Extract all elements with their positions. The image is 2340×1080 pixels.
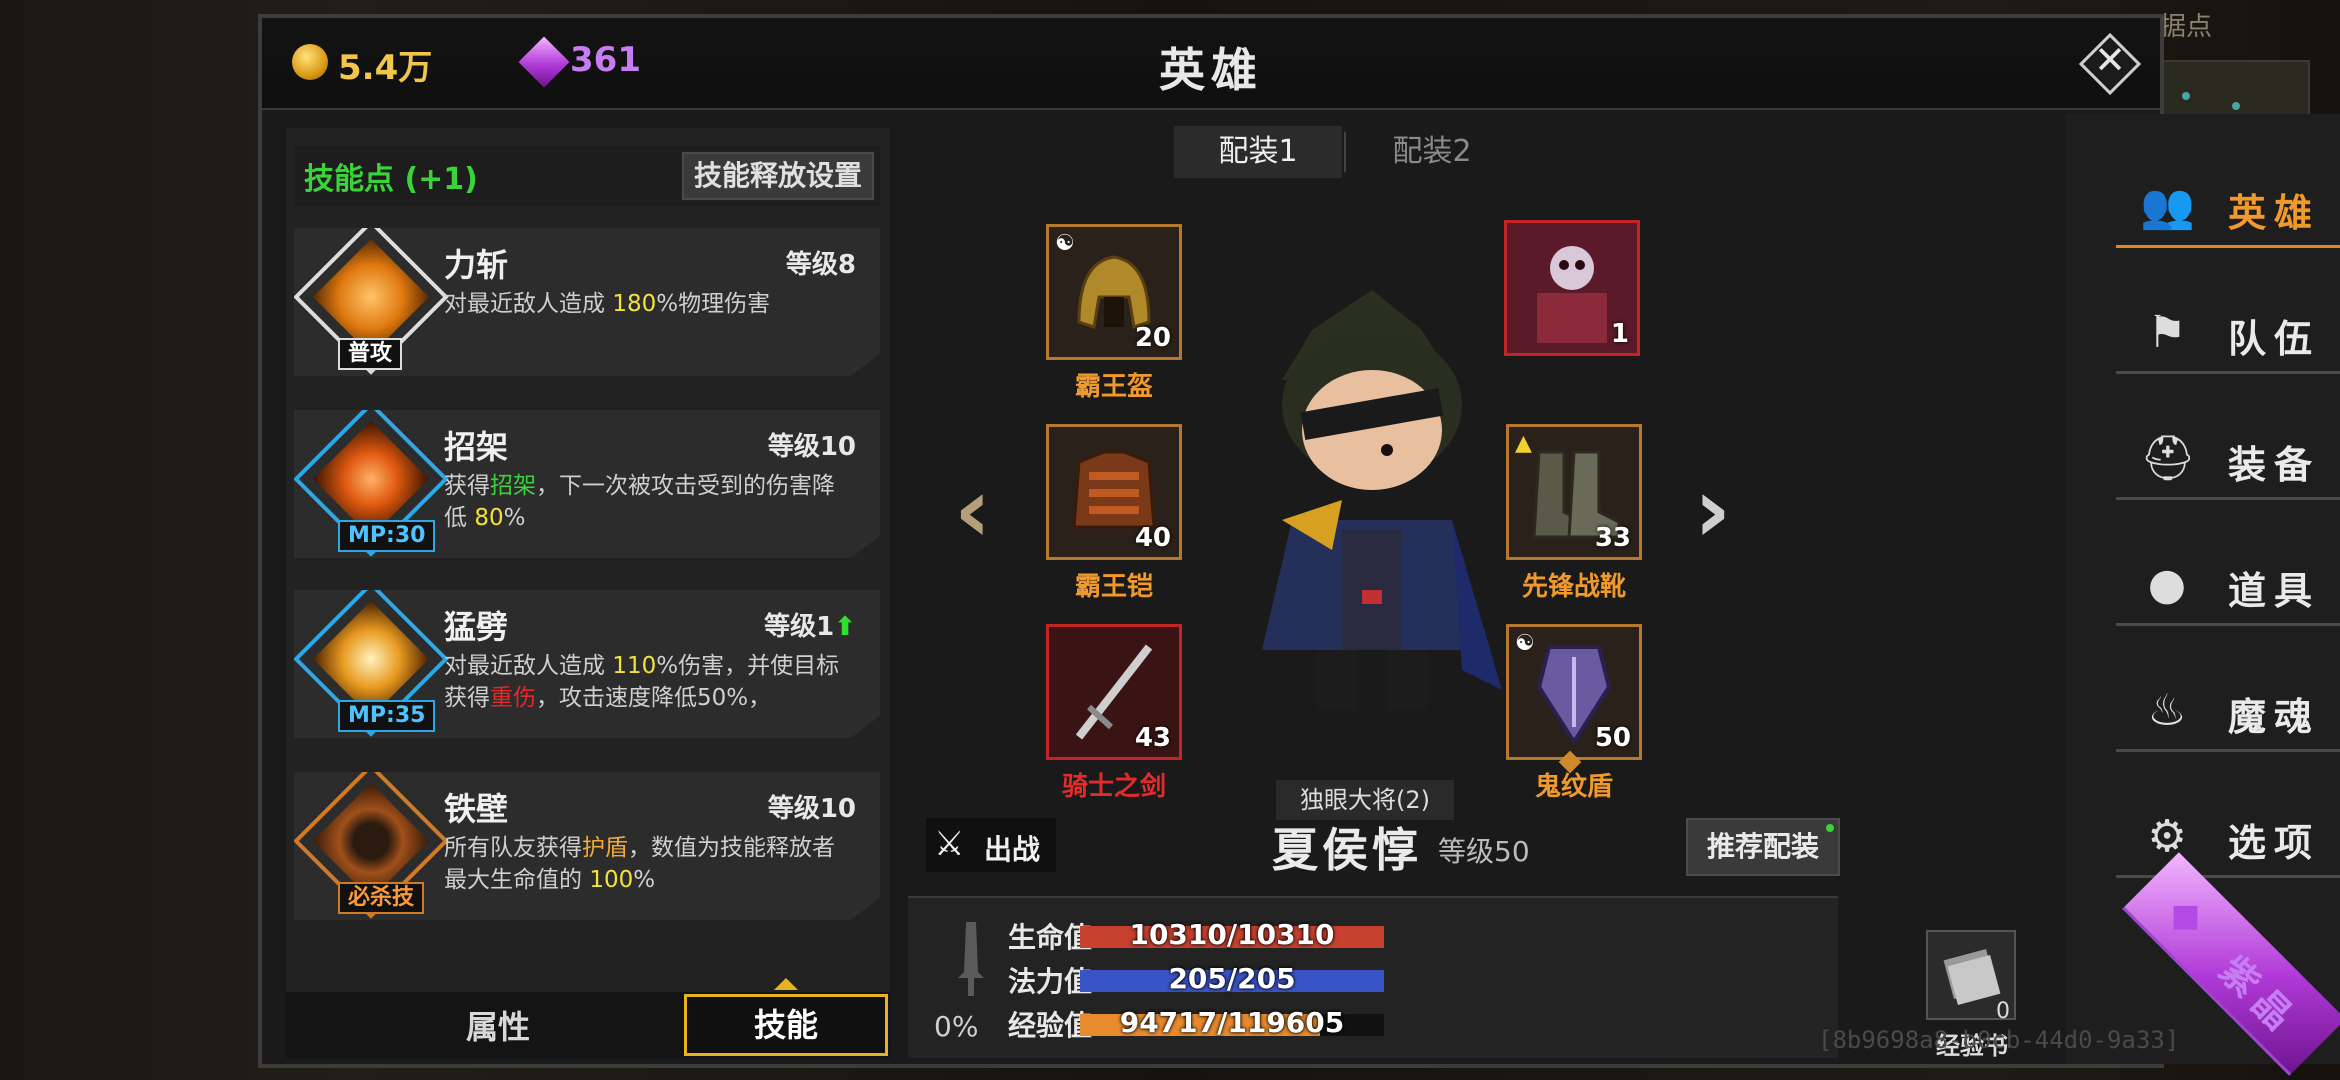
tab-skills[interactable]: 技能: [684, 994, 888, 1056]
nav-team[interactable]: ⚑ 队伍: [2116, 294, 2340, 374]
hp-value: 10310/10310: [1129, 918, 1335, 951]
deploy-label: 出战: [984, 833, 1041, 866]
next-hero-arrow-icon[interactable]: ›: [1694, 458, 1731, 563]
flame-icon: ♨: [2147, 685, 2187, 736]
skill-card[interactable]: MP:30 招架 等级10 获得招架，下一次被攻击受到的伤害降低 80%: [294, 410, 880, 558]
hero-icon: 👥: [2140, 181, 2195, 232]
hero-name: 夏侯惇: [1272, 823, 1422, 877]
top-bar: 5.4万 361 英雄 ✕: [262, 18, 2160, 110]
skill-card[interactable]: 必杀技 铁壁 等级10 所有队友获得护盾，数值为技能释放者最大生命值的 100%: [294, 772, 880, 920]
recommend-label: 推荐配装: [1706, 830, 1819, 863]
tab-loadout-2[interactable]: 配装2: [1348, 126, 1516, 178]
skill-points-bar: 技能点 (+1) 技能释放设置: [294, 146, 880, 206]
helmet-name: 霸王盔: [1074, 372, 1153, 402]
level-up-arrow-icon: ⬆: [834, 612, 856, 642]
tab-loadout-1[interactable]: 配装1: [1174, 126, 1342, 178]
helmet-icon: ⛑: [2140, 433, 2196, 484]
companion-slot[interactable]: 1: [1504, 220, 1640, 356]
xp-value: 94717/119605: [1119, 1006, 1345, 1039]
skill-level: 等级1⬆: [764, 612, 856, 642]
weight-icon: [958, 922, 984, 996]
yin-yang-icon: ☯: [1055, 231, 1075, 256]
gear-icon: ⚙: [2147, 811, 2187, 862]
skills-panel: 技能点 (+1) 技能释放设置 普攻 力斩 等级8 对最近敌人造成 180%物理…: [286, 128, 890, 1058]
nav-label: 选项: [2228, 821, 2321, 865]
close-button[interactable]: ✕: [2078, 32, 2142, 96]
nav-label: 英雄: [2228, 191, 2321, 235]
nav-hero[interactable]: 👥 英雄: [2116, 168, 2340, 248]
skill-description: 对最近敌人造成 180%物理伤害: [444, 291, 771, 317]
skill-tag: MP:30: [338, 520, 436, 552]
skill-name: 猛劈: [444, 608, 509, 646]
nav-options[interactable]: ⚙ 选项: [2116, 798, 2340, 878]
panel-tabs: 属性 技能: [286, 978, 890, 1058]
skill-card[interactable]: MP:35 猛劈 等级1⬆ 对最近敌人造成 110%伤害，并使目标获得重伤，攻击…: [294, 590, 880, 738]
window-title: 英雄: [1159, 43, 1263, 97]
skill-points-label: 技能点 (+1): [304, 162, 478, 197]
nav-label: 魔魂: [2228, 695, 2321, 739]
close-icon: ✕: [2094, 38, 2126, 82]
hp-bar: 10310/10310: [1080, 918, 1384, 951]
weight-percent: 0%: [934, 1010, 979, 1043]
skill-name: 铁壁: [444, 790, 509, 828]
skill-name: 招架: [444, 428, 509, 466]
side-nav: 👥 英雄 ⚑ 队伍 ⛑ 装备 ● 道具 ♨ 魔魂 ⚙ 选项 ◆ 紫晶: [2066, 114, 2340, 1076]
map-label: 据点: [2160, 12, 2213, 42]
hero-character: [1262, 290, 1502, 710]
item-count: 43: [1134, 723, 1171, 753]
skill-level: 等级10: [767, 794, 856, 824]
item-count: 40: [1134, 523, 1171, 553]
hero-window: 5.4万 361 英雄 ✕ 技能点 (+1) 技能释放设置 普攻 力斩 等级8 …: [258, 14, 2340, 1076]
mp-value: 205/205: [1168, 962, 1296, 995]
notification-dot: [1826, 824, 1834, 832]
item-count: 20: [1134, 323, 1171, 353]
item-count: 1: [1610, 319, 1629, 349]
item-count: 33: [1594, 523, 1631, 553]
prev-hero-arrow-icon[interactable]: ‹: [954, 458, 991, 563]
weapon-name: 骑士之剑: [1061, 772, 1166, 802]
skill-tag: 普攻: [338, 338, 403, 370]
nav-items[interactable]: ● 道具: [2116, 546, 2340, 626]
weapon-slot[interactable]: 43: [1046, 624, 1182, 760]
skill-description: 所有队友获得护盾，数值为技能释放者最大生命值的 100%: [444, 835, 835, 893]
skill-level: 等级10: [767, 432, 856, 462]
deploy-button[interactable]: ⚔ 出战: [926, 818, 1056, 872]
skill-name: 力斩: [444, 246, 509, 284]
mp-bar: 205/205: [1080, 962, 1384, 995]
flag-icon: ⚑: [2147, 307, 2187, 358]
recommend-loadout-button[interactable]: 推荐配装: [1686, 818, 1840, 876]
boots-slot[interactable]: ▲ 33: [1506, 424, 1642, 560]
nav-label: 队伍: [2228, 317, 2321, 361]
nav-label: 紫晶: [2210, 947, 2307, 1044]
bag-icon: ●: [2147, 559, 2187, 610]
armor-name: 霸王铠: [1074, 572, 1153, 602]
xp-book-count: 0: [1996, 999, 2010, 1024]
active-tab-indicator: [774, 978, 798, 990]
skill-description: 获得招架，下一次被攻击受到的伤害降低 80%: [444, 473, 835, 531]
xp-bar: 94717/119605: [1080, 1006, 1384, 1039]
xp-book-slot[interactable]: 0: [1926, 930, 2016, 1024]
nav-label: 装备: [2228, 443, 2321, 487]
armor-slot[interactable]: 40: [1046, 424, 1182, 560]
tab-attributes[interactable]: 属性: [466, 1002, 530, 1048]
skill-tag: 必杀技: [338, 882, 425, 914]
nav-label: 道具: [2228, 569, 2321, 613]
skill-level: 等级8: [785, 250, 856, 280]
shield-slot[interactable]: ☯ 50: [1506, 624, 1642, 760]
tab-divider: [1344, 132, 1346, 172]
shield-name: 鬼纹盾: [1534, 772, 1613, 802]
nav-equipment[interactable]: ⛑ 装备: [2116, 420, 2340, 500]
loadout-tabs: 配装1 配装2: [1174, 126, 1514, 178]
crossed-swords-icon: ⚔: [934, 824, 965, 864]
item-count: 50: [1594, 723, 1631, 753]
user-id: [8b9698a8-b0cb-44d0-9a33]: [1818, 1026, 2180, 1054]
helmet-slot[interactable]: ☯ 20: [1046, 224, 1182, 360]
skill-card[interactable]: 普攻 力斩 等级8 对最近敌人造成 180%物理伤害: [294, 228, 880, 376]
skill-tag: MP:35: [338, 700, 436, 732]
hero-level: 等级50: [1438, 835, 1530, 868]
skill-description: 对最近敌人造成 110%伤害，并使目标获得重伤，攻击速度降低50%，: [444, 653, 840, 711]
nav-soul[interactable]: ♨ 魔魂: [2116, 672, 2340, 752]
stats-panel: 0% 生命值 10310/10310 法力值 205/205 经验值 94717…: [908, 896, 1838, 1058]
skill-release-settings-button[interactable]: 技能释放设置: [681, 152, 874, 200]
